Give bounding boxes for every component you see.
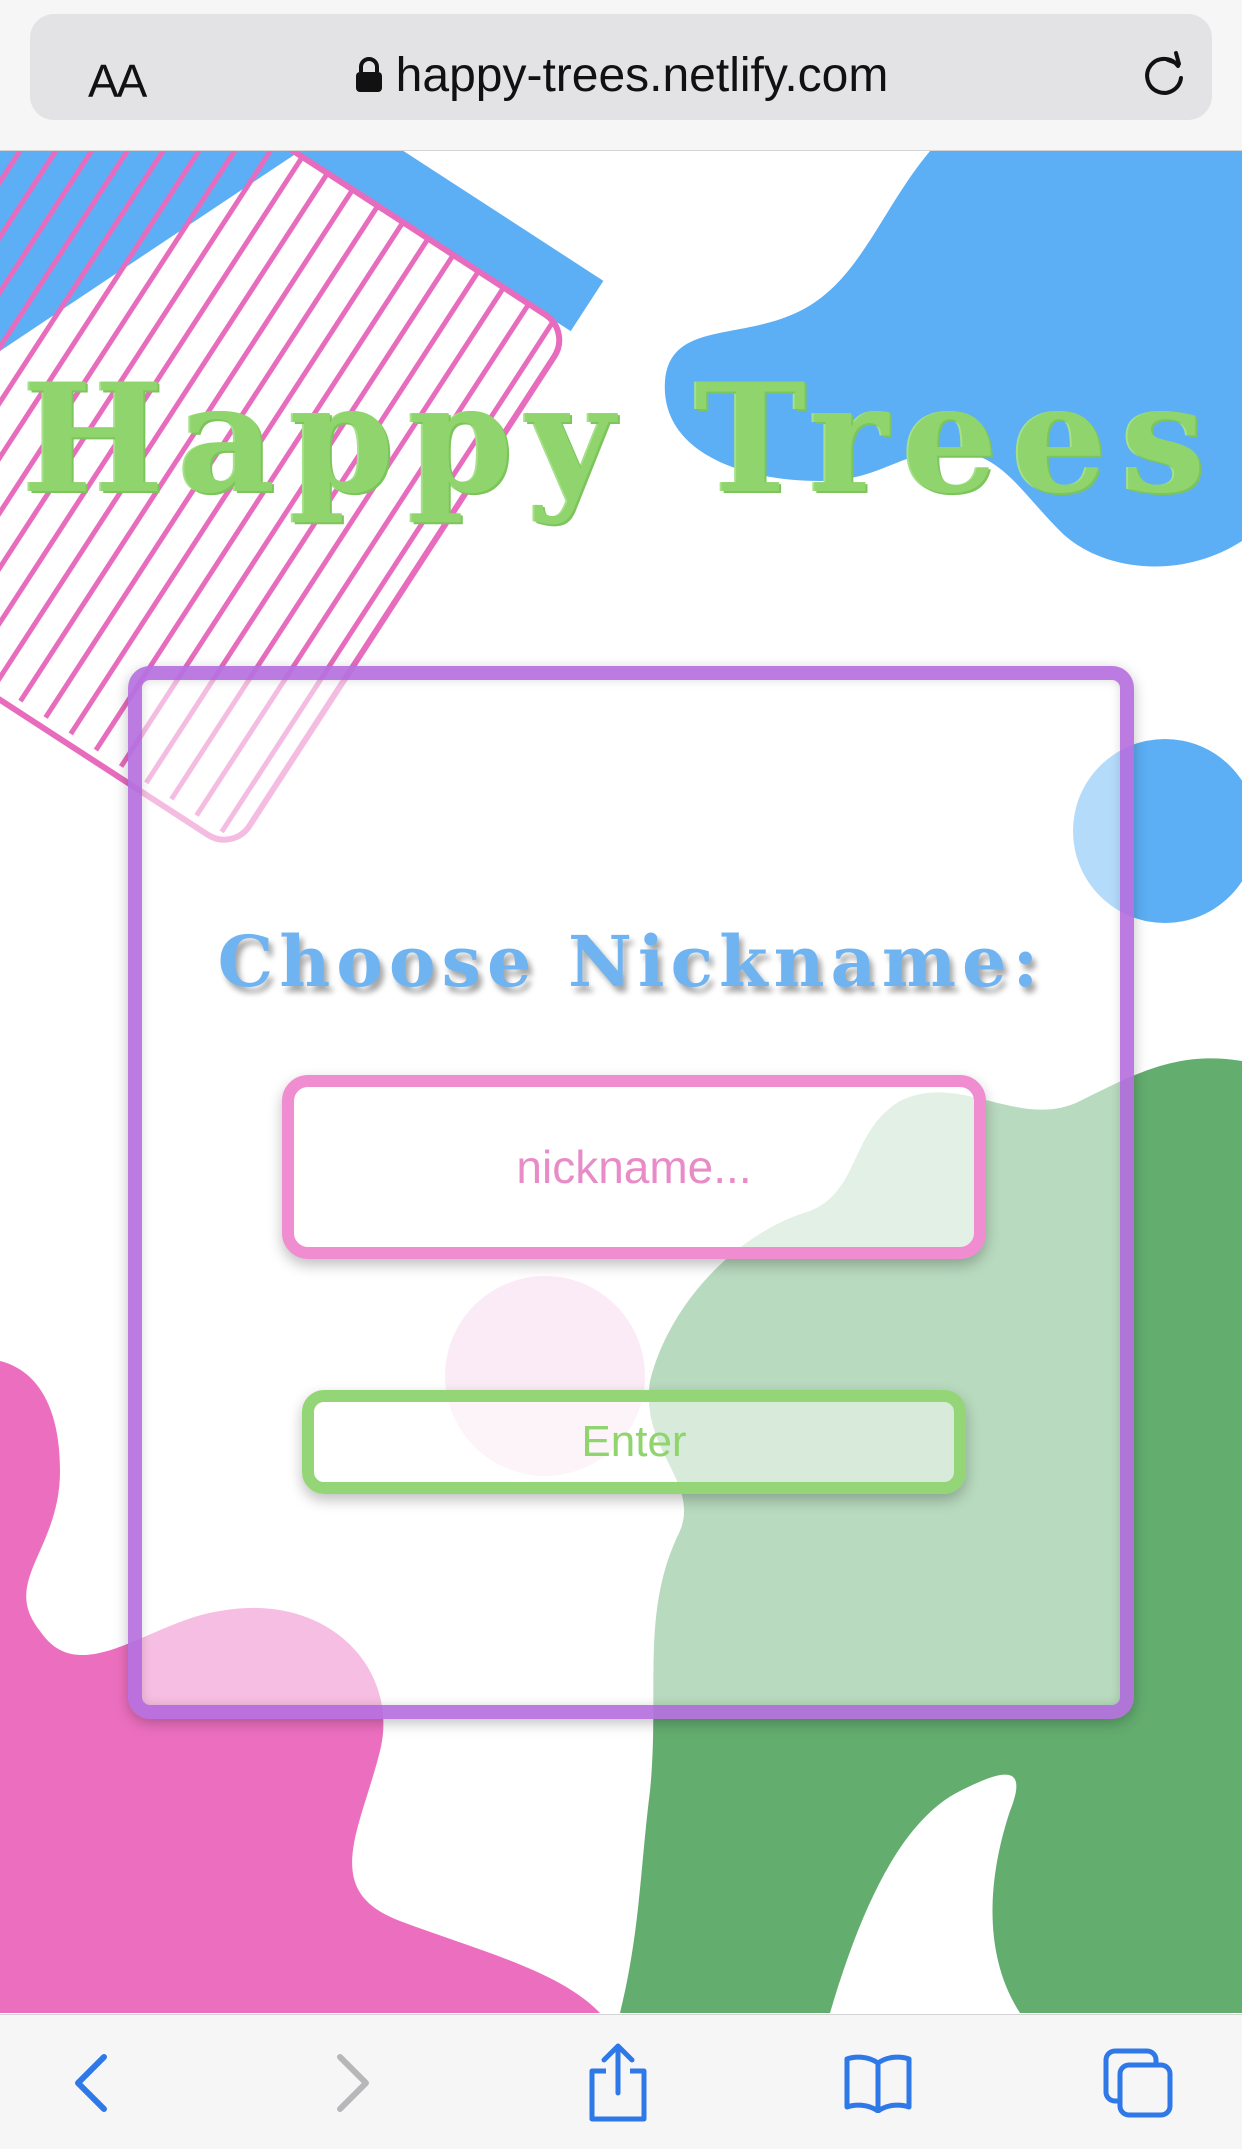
enter-button[interactable]: Enter: [302, 1390, 966, 1494]
tabs-icon[interactable]: [1098, 2043, 1178, 2123]
share-icon[interactable]: [578, 2043, 658, 2123]
url-display[interactable]: happy-trees.netlify.com: [30, 48, 1212, 106]
reload-icon[interactable]: [1140, 50, 1188, 105]
address-bar[interactable]: AA happy-trees.netlify.com: [30, 14, 1212, 120]
url-text: happy-trees.netlify.com: [395, 49, 889, 102]
page-title: Happy Trees: [22, 351, 1220, 527]
web-page: Happy Trees Choose Nickname: Enter: [0, 151, 1242, 2013]
nickname-card: Choose Nickname: Enter: [128, 666, 1134, 1719]
browser-toolbar: [0, 2014, 1242, 2149]
back-icon[interactable]: [52, 2043, 132, 2123]
browser-top-bar: AA happy-trees.netlify.com: [0, 0, 1242, 151]
lock-icon: [354, 51, 384, 106]
nickname-prompt: Choose Nickname:: [217, 920, 1045, 1003]
bookmarks-icon[interactable]: [838, 2043, 918, 2123]
forward-icon[interactable]: [312, 2043, 392, 2123]
nickname-input[interactable]: [282, 1075, 986, 1259]
